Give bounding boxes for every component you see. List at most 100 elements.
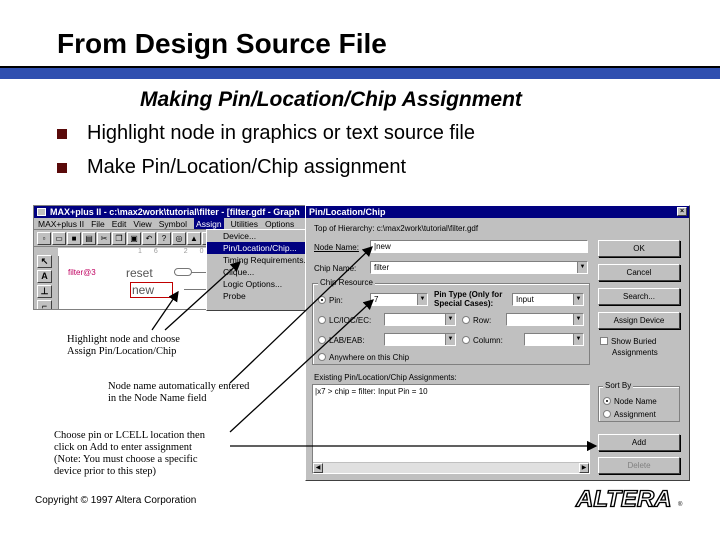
menu-maxplus[interactable]: MAX+plus II bbox=[38, 218, 84, 229]
paste-icon[interactable]: ▣ bbox=[127, 232, 141, 245]
show-buried-checkbox[interactable]: Show Buried Assignments bbox=[600, 336, 658, 358]
caption-highlight: Highlight node and choose Assign Pin/Loc… bbox=[67, 334, 180, 358]
delete-button[interactable]: Delete bbox=[598, 457, 680, 474]
menu-utilities[interactable]: Utilities bbox=[231, 218, 258, 229]
altera-logo: ALTERA bbox=[575, 486, 672, 513]
pin-radio[interactable]: Pin: bbox=[318, 296, 343, 305]
pin-select[interactable]: 7 ▼ bbox=[370, 293, 428, 306]
line-tool-icon[interactable]: ⊥ bbox=[37, 285, 52, 298]
undo-icon[interactable]: ↶ bbox=[142, 232, 156, 245]
assign-device-button[interactable]: Assign Device bbox=[598, 312, 680, 329]
node-name-label: Node Name: bbox=[314, 243, 359, 252]
buffer-symbol[interactable] bbox=[174, 268, 192, 276]
node-new-highlighted[interactable]: new bbox=[130, 282, 174, 298]
chevron-down-icon[interactable]: ▼ bbox=[577, 262, 587, 273]
menu-options[interactable]: Options bbox=[265, 218, 294, 229]
anywhere-radio[interactable]: Anywhere on this Chip bbox=[318, 353, 409, 362]
hierarchy-icon[interactable]: ▲ bbox=[187, 232, 201, 245]
chip-name-label: Chip Name: bbox=[314, 264, 357, 273]
caption-line: Highlight node and choose bbox=[67, 334, 180, 345]
radio-icon bbox=[603, 410, 611, 418]
chevron-down-icon[interactable]: ▼ bbox=[417, 294, 427, 305]
square-bullet-icon bbox=[57, 162, 67, 173]
print-icon[interactable]: ▤ bbox=[82, 232, 96, 245]
app-icon bbox=[37, 208, 46, 216]
menu-item-probe[interactable]: Probe bbox=[207, 290, 307, 302]
slide-title: From Design Source File bbox=[57, 28, 387, 59]
save-icon[interactable]: ■ bbox=[67, 232, 81, 245]
menu-item-logic-options[interactable]: Logic Options... bbox=[207, 278, 307, 290]
search-button[interactable]: Search... bbox=[598, 288, 680, 305]
radio-icon bbox=[462, 336, 470, 344]
row-select[interactable]: ▼ bbox=[506, 313, 584, 326]
lc-label: LC/IOC/EC: bbox=[329, 316, 372, 325]
lab-eab-radio[interactable]: LAB/EAB: bbox=[318, 336, 365, 345]
bullet-text: Highlight node in graphics or text sourc… bbox=[87, 122, 475, 144]
chevron-down-icon[interactable]: ▼ bbox=[573, 294, 583, 305]
sort-assignment-radio[interactable]: Assignment bbox=[603, 410, 656, 419]
pin-type-select[interactable]: Input ▼ bbox=[512, 293, 584, 306]
anywhere-label: Anywhere on this Chip bbox=[329, 353, 410, 362]
add-button[interactable]: Add bbox=[598, 434, 680, 451]
column-select[interactable]: ▼ bbox=[524, 333, 584, 346]
node-name-input[interactable]: |new bbox=[370, 240, 588, 253]
menu-assign[interactable]: Assign bbox=[194, 218, 224, 229]
dialog-titlebar[interactable]: Pin/Location/Chip × bbox=[306, 206, 689, 218]
chevron-down-icon[interactable]: ▼ bbox=[573, 314, 583, 325]
corner-tool-icon[interactable]: ⌐ bbox=[37, 300, 52, 309]
node-reset[interactable]: reset bbox=[126, 266, 153, 280]
caption-line: Assign Pin/Location/Chip bbox=[67, 346, 177, 357]
menu-edit[interactable]: Edit bbox=[112, 218, 127, 229]
copy-icon[interactable]: ❐ bbox=[112, 232, 126, 245]
caption-line: click on Add to enter assignment bbox=[54, 442, 192, 453]
node-filter-label: filter@3 bbox=[68, 268, 96, 277]
row-radio[interactable]: Row: bbox=[462, 316, 491, 325]
radio-icon bbox=[318, 316, 326, 324]
column-label: Column: bbox=[473, 336, 503, 345]
cancel-button[interactable]: Cancel bbox=[598, 264, 680, 281]
menu-item-clique[interactable]: Clique... bbox=[207, 266, 307, 278]
new-file-icon[interactable]: ▫ bbox=[37, 232, 51, 245]
cut-icon[interactable]: ✂ bbox=[97, 232, 111, 245]
chip-resource-label: Chip Resource bbox=[318, 278, 375, 287]
maxplus-titlebar[interactable]: MAX+plus II - c:\max2work\tutorial\filte… bbox=[34, 206, 307, 218]
row-label: Row: bbox=[473, 316, 492, 325]
menu-item-device[interactable]: Device... bbox=[207, 230, 307, 242]
menu-view[interactable]: View bbox=[133, 218, 151, 229]
lc-select[interactable]: ▼ bbox=[384, 313, 456, 326]
horizontal-scrollbar[interactable]: ◀ ▶ bbox=[313, 462, 589, 473]
text-tool-icon[interactable]: A bbox=[37, 270, 52, 283]
menu-file[interactable]: File bbox=[91, 218, 105, 229]
open-icon[interactable]: ▭ bbox=[52, 232, 66, 245]
pointer-tool-icon[interactable]: ↖ bbox=[37, 255, 52, 268]
square-bullet-icon bbox=[57, 128, 67, 139]
assignments-list[interactable]: |x7 > chip = filter: Input Pin = 10 bbox=[312, 384, 590, 474]
help-icon[interactable]: ? bbox=[157, 232, 171, 245]
lab-select[interactable]: ▼ bbox=[384, 333, 456, 346]
radio-icon bbox=[462, 316, 470, 324]
chevron-down-icon[interactable]: ▼ bbox=[445, 314, 455, 325]
pin-value: 7 bbox=[374, 295, 379, 304]
menu-symbol[interactable]: Symbol bbox=[159, 218, 187, 229]
hierarchy-label: Top of Hierarchy: c:\max2work\tutorial\f… bbox=[314, 224, 479, 233]
assignment-item[interactable]: |x7 > chip = filter: Input Pin = 10 bbox=[315, 387, 587, 396]
chip-name-select[interactable]: filter ▼ bbox=[370, 261, 588, 274]
ok-button[interactable]: OK bbox=[598, 240, 680, 257]
chevron-down-icon[interactable]: ▼ bbox=[445, 334, 455, 345]
sort-node-name-radio[interactable]: Node Name bbox=[603, 397, 657, 406]
close-icon[interactable]: × bbox=[677, 207, 687, 216]
menu-item-pin-location-chip[interactable]: Pin/Location/Chip... bbox=[207, 242, 307, 254]
radio-selected-icon bbox=[603, 397, 611, 405]
ruler: 16 20 bbox=[58, 248, 228, 256]
scroll-left-icon[interactable]: ◀ bbox=[313, 463, 323, 473]
lc-ioc-ec-radio[interactable]: LC/IOC/EC: bbox=[318, 316, 371, 325]
show-buried-label-line1: Show Buried bbox=[611, 337, 657, 346]
scroll-right-icon[interactable]: ▶ bbox=[579, 463, 589, 473]
column-radio[interactable]: Column: bbox=[462, 336, 503, 345]
chevron-down-icon[interactable]: ▼ bbox=[573, 334, 583, 345]
radio-icon bbox=[318, 353, 326, 361]
caption-line: Choose pin or LCELL location then bbox=[54, 430, 205, 441]
zoom-icon[interactable]: ◎ bbox=[172, 232, 186, 245]
menu-item-timing[interactable]: Timing Requirements... bbox=[207, 254, 307, 266]
caption-note-line: device prior to this step) bbox=[54, 466, 157, 477]
